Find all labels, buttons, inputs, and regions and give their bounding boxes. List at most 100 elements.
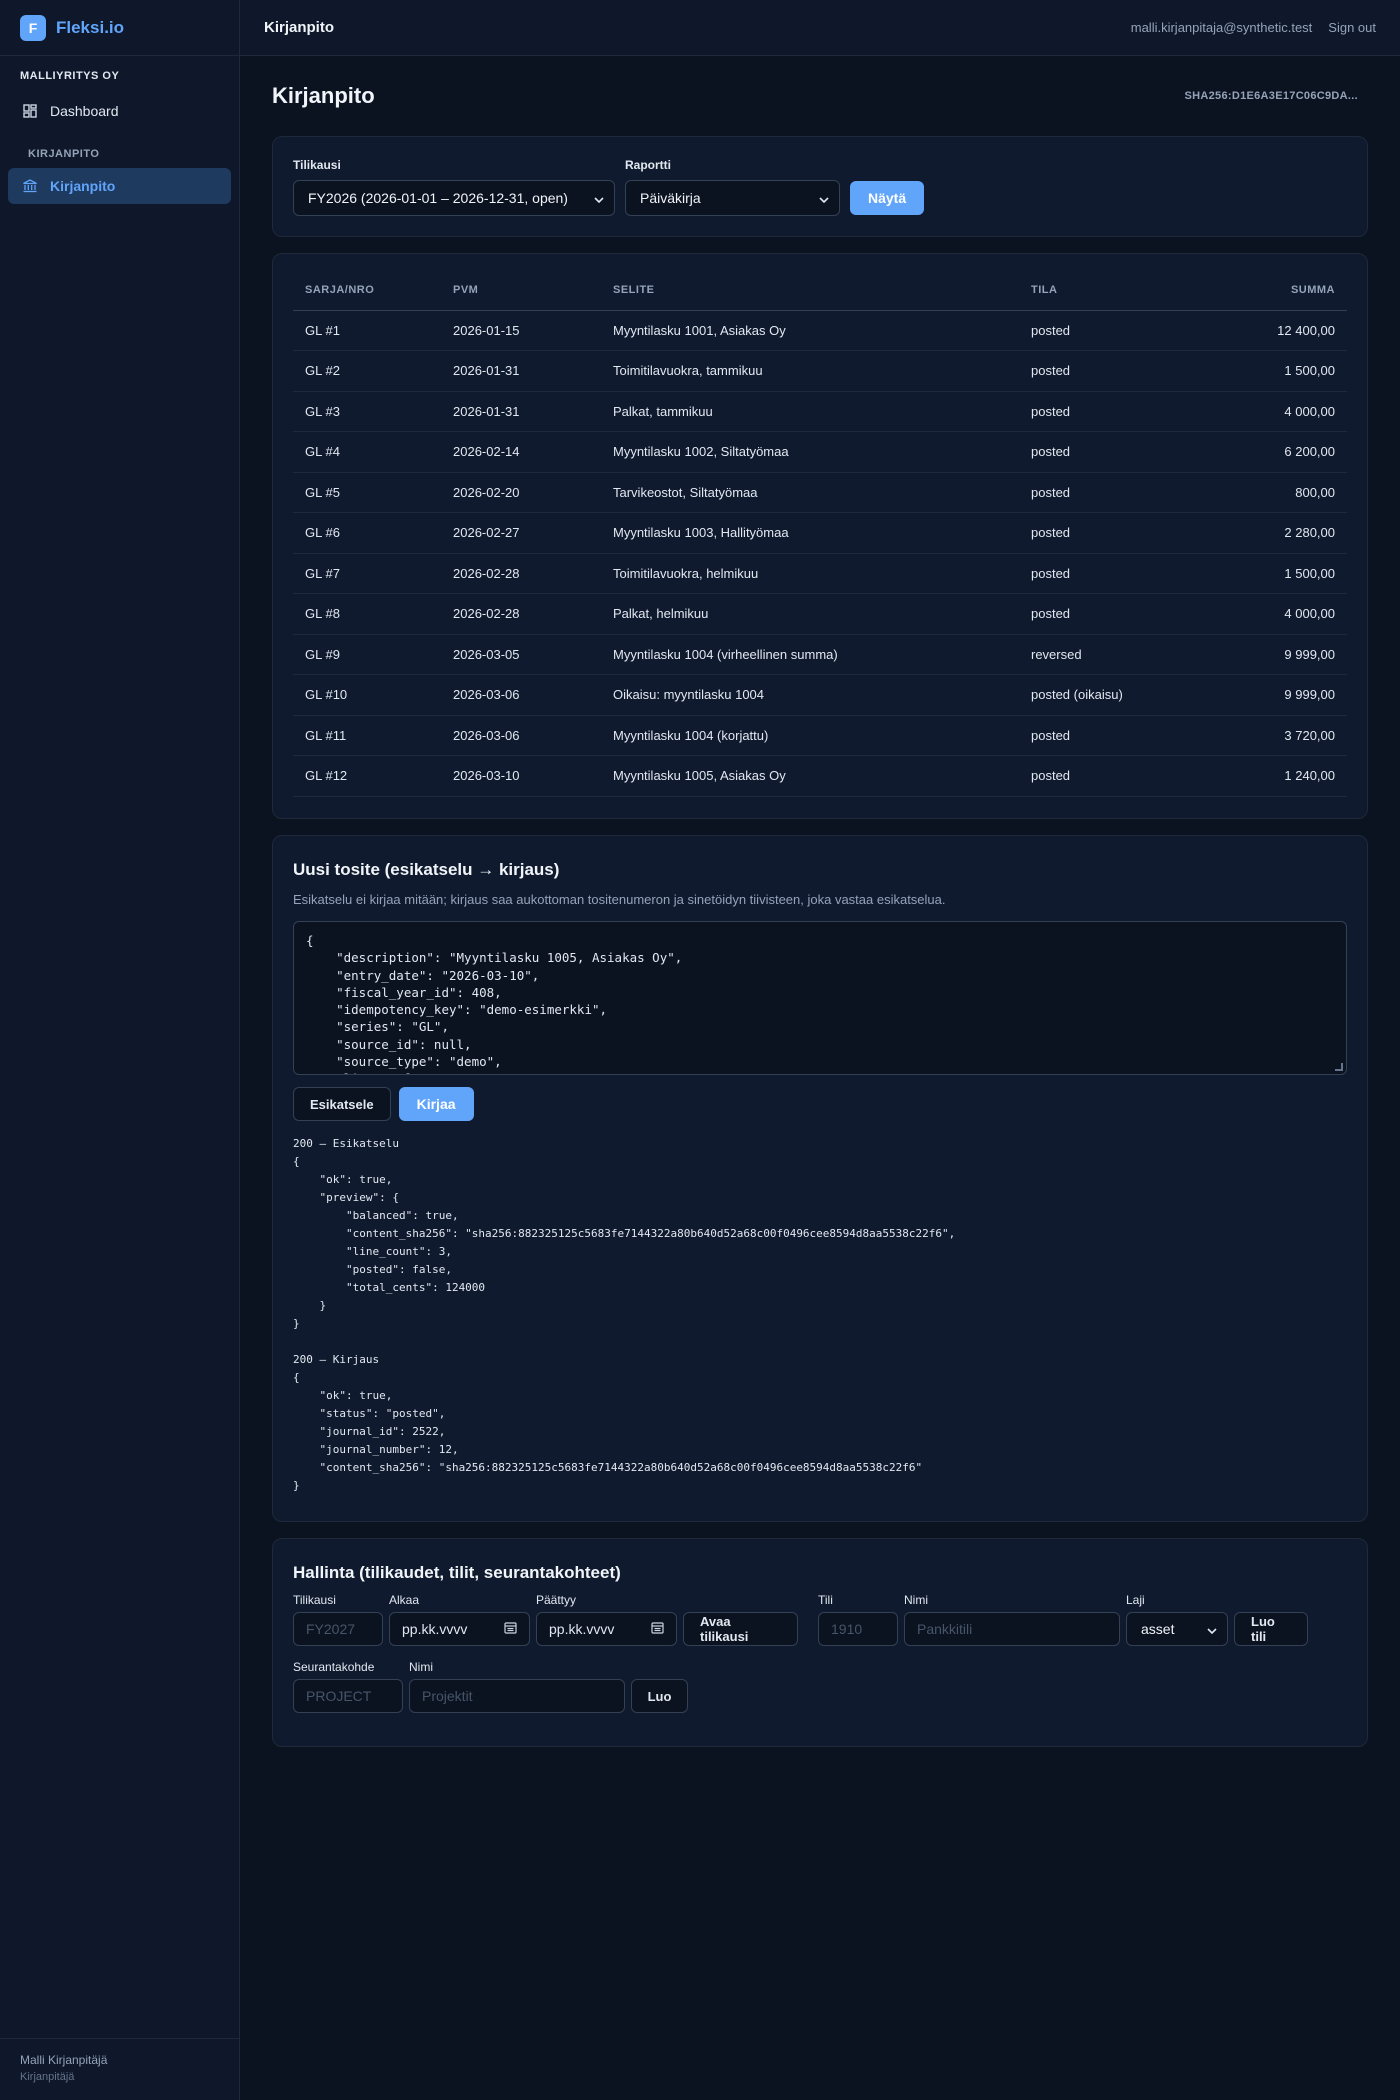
table-cell: 800,00	[1211, 472, 1347, 513]
select-value: asset	[1141, 1621, 1175, 1637]
user-info: Malli Kirjanpitäjä Kirjanpitäjä	[0, 2038, 239, 2100]
table-cell: 2026-03-05	[441, 634, 601, 675]
table-row[interactable]: GL #2 2026-01-31 Toimitilavuokra, tammikuu…	[293, 350, 1347, 392]
tracking-name-input[interactable]: Projektit	[409, 1679, 625, 1713]
report-label: Raportti	[625, 158, 671, 172]
sidebar: F Fleksi.io MALLIYRITYS OY Dashboard KIR…	[0, 0, 240, 2100]
user-email: malli.kirjanpitaja@synthetic.test	[1130, 20, 1313, 35]
resize-handle-icon[interactable]	[1335, 1063, 1343, 1071]
create-tracking-button[interactable]: Luo	[631, 1679, 688, 1713]
input-placeholder: FY2027	[306, 1621, 356, 1637]
start-date-input[interactable]: pp.kk.vvvv	[389, 1612, 530, 1646]
table-cell: 2026-02-20	[441, 472, 601, 513]
bank-icon	[22, 178, 38, 194]
table-cell: 2026-01-15	[441, 310, 601, 351]
brand[interactable]: F Fleksi.io	[0, 0, 239, 56]
table-cell: 2026-02-14	[441, 431, 601, 473]
table-cell: posted	[1019, 715, 1212, 756]
table-cell: GL #7	[293, 553, 441, 594]
open-fiscal-year-button[interactable]: Avaa tilikausi	[683, 1612, 798, 1646]
fiscal-year-input[interactable]: FY2027	[293, 1612, 383, 1646]
sign-out-link[interactable]: Sign out	[1328, 20, 1376, 35]
table-cell: 9 999,00	[1211, 634, 1347, 675]
table-cell: 2 280,00	[1211, 512, 1347, 554]
account-name-label: Nimi	[904, 1593, 928, 1607]
table-cell: Myyntilasku 1005, Asiakas Oy	[601, 755, 1019, 797]
column-header: PVM	[441, 270, 601, 311]
entry-json-textarea[interactable]: { "description": "Myyntilasku 1005, Asia…	[293, 921, 1347, 1075]
table-row[interactable]: GL #6 2026-02-27 Myyntilasku 1003, Hallity…	[293, 512, 1347, 554]
table-row[interactable]: GL #12 2026-03-10 Myyntilasku 1005, Asiaka…	[293, 755, 1347, 797]
table-row[interactable]: GL #9 2026-03-05 Myyntilasku 1004 (virheel…	[293, 634, 1347, 675]
brand-logo: F	[20, 14, 46, 41]
table-row[interactable]: GL #8 2026-02-28 Palkat, helmikuu posted 4 0…	[293, 593, 1347, 635]
table-cell: reversed	[1019, 634, 1212, 675]
column-header: SUMMA	[1211, 270, 1347, 311]
table-cell: 1 240,00	[1211, 755, 1347, 797]
table-cell: 6 200,00	[1211, 431, 1347, 473]
table-cell: 4 000,00	[1211, 391, 1347, 432]
calendar-icon[interactable]	[504, 1621, 517, 1637]
post-button[interactable]: Kirjaa	[398, 1087, 474, 1121]
fiscal-year-value: FY2026 (2026-01-01 – 2026-12-31, open)	[308, 190, 568, 206]
calendar-icon[interactable]	[651, 1621, 664, 1637]
input-placeholder: Projektit	[422, 1688, 473, 1704]
input-value: pp.kk.vvvv	[549, 1621, 615, 1637]
journal-card: SARJA/NRO PVM SELITE TILA SUMMA GL #1 202…	[272, 253, 1368, 819]
table-cell: posted	[1019, 593, 1212, 635]
table-cell: 2026-02-27	[441, 512, 601, 554]
table-row[interactable]: GL #10 2026-03-06 Oikaisu: myyntilasku 100…	[293, 674, 1347, 716]
sidebar-section-label: KIRJANPITO	[28, 148, 100, 160]
page-title: Kirjanpito	[272, 83, 375, 108]
end-date-input[interactable]: pp.kk.vvvv	[536, 1612, 677, 1646]
end-date-label: Päättyy	[536, 1593, 577, 1607]
sidebar-item-dashboard[interactable]: Dashboard	[8, 94, 231, 128]
table-cell: 4 000,00	[1211, 593, 1347, 635]
table-cell: 2026-01-31	[441, 391, 601, 432]
report-select[interactable]: Päiväkirja	[625, 180, 840, 216]
preview-button[interactable]: Esikatsele	[293, 1087, 391, 1121]
admin-card: Hallinta (tilikaudet, tilit, seurantakoh…	[272, 1538, 1368, 1747]
table-cell: posted	[1019, 310, 1212, 351]
table-cell: GL #3	[293, 391, 441, 432]
table-cell: Toimitilavuokra, tammikuu	[601, 350, 1019, 392]
table-cell: posted	[1019, 431, 1212, 473]
account-number-input[interactable]: 1910	[818, 1612, 898, 1646]
input-value: pp.kk.vvvv	[402, 1621, 468, 1637]
table-cell: Palkat, helmikuu	[601, 593, 1019, 635]
table-cell: Myyntilasku 1004 (korjattu)	[601, 715, 1019, 756]
chevron-down-icon	[1207, 1621, 1217, 1637]
table-cell: Tarvikeostot, Siltatyömaa	[601, 472, 1019, 513]
brand-name: Fleksi.io	[56, 17, 125, 37]
table-row[interactable]: GL #7 2026-02-28 Toimitilavuokra, helmikuu…	[293, 553, 1347, 594]
input-placeholder: Pankkitili	[917, 1621, 973, 1637]
input-placeholder: 1910	[831, 1621, 863, 1637]
table-cell: Myyntilasku 1001, Asiakas Oy	[601, 310, 1019, 351]
sidebar-item-label: Dashboard	[50, 103, 119, 119]
tracking-code-input[interactable]: PROJECT	[293, 1679, 403, 1713]
table-cell: GL #9	[293, 634, 441, 675]
table-row[interactable]: GL #3 2026-01-31 Palkat, tammikuu posted 4 0…	[293, 391, 1347, 432]
create-account-button[interactable]: Luo tili	[1234, 1612, 1308, 1646]
column-header: SARJA/NRO	[293, 270, 441, 311]
fiscal-year-select[interactable]: FY2026 (2026-01-01 – 2026-12-31, open)	[293, 180, 615, 216]
table-row[interactable]: GL #1 2026-01-15 Myyntilasku 1001, Asiakas…	[293, 310, 1347, 351]
table-row[interactable]: GL #5 2026-02-20 Tarvikeostot, Siltatyömaa…	[293, 472, 1347, 513]
table-cell: posted	[1019, 553, 1212, 594]
table-cell: posted	[1019, 755, 1212, 797]
account-name-input[interactable]: Pankkitili	[904, 1612, 1120, 1646]
fiscal-year-label: Tilikausi	[293, 1593, 336, 1607]
table-cell: 2026-01-31	[441, 350, 601, 392]
table-row[interactable]: GL #4 2026-02-14 Myyntilasku 1002, Siltaty…	[293, 431, 1347, 473]
tracking-label: Seurantakohde	[293, 1660, 375, 1674]
show-button[interactable]: Näytä	[850, 181, 925, 215]
table-cell: 12 400,00	[1211, 310, 1347, 351]
column-header: TILA	[1019, 270, 1212, 311]
table-cell: GL #8	[293, 593, 441, 635]
table-row[interactable]: GL #11 2026-03-06 Myyntilasku 1004 (korjat…	[293, 715, 1347, 756]
start-date-label: Alkaa	[389, 1593, 420, 1607]
sidebar-item-kirjanpito[interactable]: Kirjanpito	[8, 168, 231, 204]
account-type-select[interactable]: asset	[1126, 1612, 1228, 1646]
report-value: Päiväkirja	[640, 190, 701, 206]
table-cell: 1 500,00	[1211, 350, 1347, 392]
